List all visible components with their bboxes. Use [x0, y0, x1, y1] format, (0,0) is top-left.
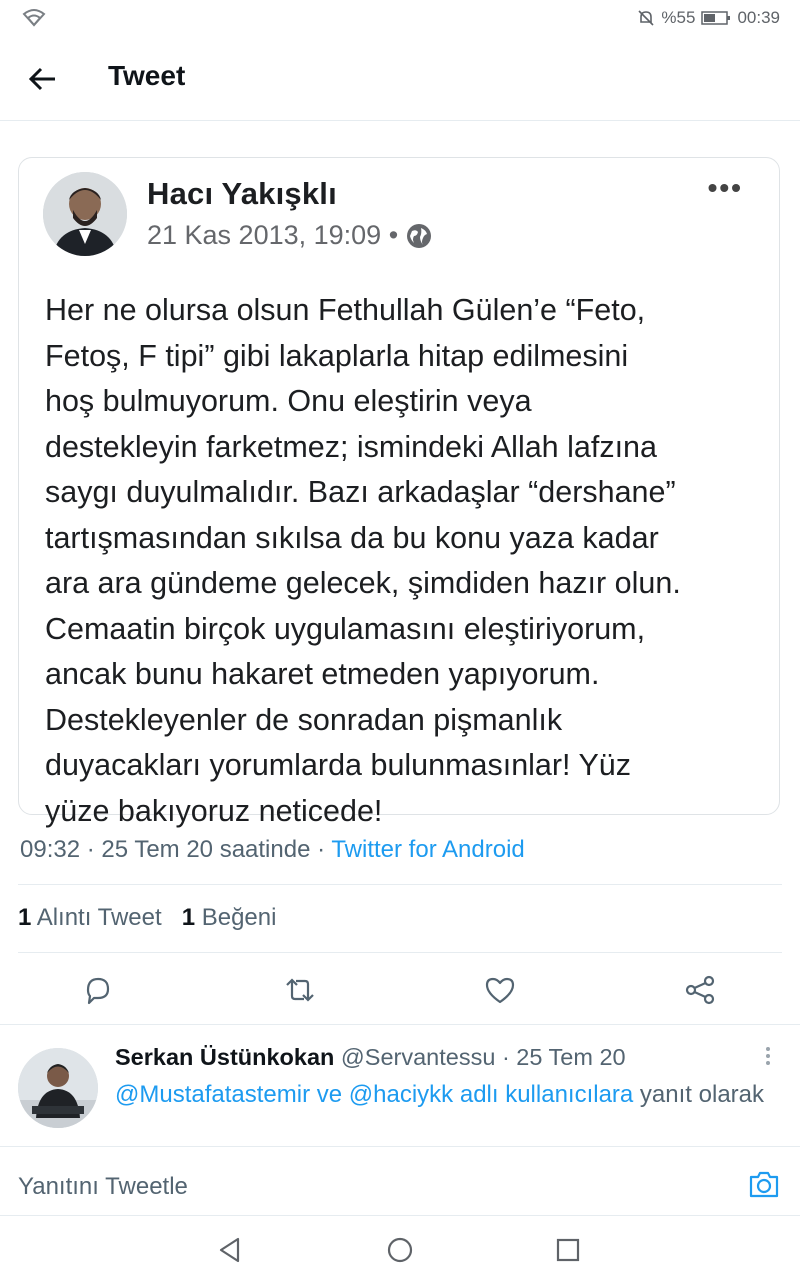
share-icon[interactable] — [682, 972, 718, 1008]
like-icon[interactable] — [482, 972, 518, 1008]
retweet-icon[interactable] — [282, 972, 318, 1008]
camera-icon[interactable] — [748, 1169, 780, 1199]
tweet-timestamp: 09:32 · 25 Tem 20 saatinde · — [20, 836, 332, 863]
battery-icon — [701, 11, 731, 25]
reply-compose-bar[interactable]: Yanıtını Tweetle — [0, 1146, 800, 1216]
reply-context-suffix: yanıt olarak — [633, 1081, 764, 1108]
reply-input[interactable]: Yanıtını Tweetle — [18, 1173, 188, 1201]
reply-header: Serkan Üstünkokan @Servantessu · 25 Tem … — [115, 1044, 626, 1071]
mention-link[interactable]: @haciykk adlı kullanıcılara — [349, 1081, 633, 1108]
tweet-stats: 1 Alıntı Tweet 1 Beğeni — [18, 904, 276, 932]
tweet-meta: 09:32 · 25 Tem 20 saatinde · Twitter for… — [20, 836, 525, 864]
mention-link[interactable]: @Mustafatastemir — [115, 1081, 310, 1108]
page-title: Tweet — [108, 60, 186, 91]
reply-icon[interactable] — [80, 972, 116, 1008]
status-bar: %55 00:39 — [0, 0, 800, 36]
tweet-image-card[interactable]: Hacı Yakışklı ••• 21 Kas 2013, 19:09 • H… — [18, 157, 780, 828]
post-body-text: Her ne olursa olsun Fethullah Gülen’e “F… — [45, 293, 681, 828]
more-options-icon[interactable]: ••• — [708, 172, 743, 204]
clock: 00:39 — [737, 8, 780, 27]
top-app-bar: Tweet — [0, 36, 800, 121]
nav-home-icon[interactable] — [386, 1236, 414, 1264]
like-label: Beğeni — [201, 904, 277, 931]
reply-author-name[interactable]: Serkan Üstünkokan — [115, 1044, 334, 1070]
notifications-muted-icon — [638, 10, 654, 26]
back-arrow-icon[interactable] — [26, 62, 60, 96]
divider — [18, 884, 782, 885]
wifi-icon — [22, 9, 46, 27]
divider — [0, 1024, 800, 1025]
author-name: Hacı Yakışklı — [147, 176, 337, 211]
quote-count: 1 — [18, 904, 32, 931]
author-avatar — [43, 172, 127, 256]
quote-label: Alıntı Tweet — [36, 904, 162, 931]
nav-back-icon[interactable] — [216, 1236, 244, 1264]
reply-avatar[interactable] — [18, 1048, 98, 1128]
nav-recents-icon[interactable] — [554, 1236, 582, 1264]
divider — [18, 952, 782, 953]
post-date-text: 21 Kas 2013, 19:09 • — [147, 220, 399, 250]
likes-stat[interactable]: 1 Beğeni — [182, 904, 277, 931]
battery-percent: %55 — [661, 8, 696, 27]
quote-tweets-stat[interactable]: 1 Alıntı Tweet — [18, 904, 162, 931]
post-date: 21 Kas 2013, 19:09 • — [147, 220, 432, 251]
reply-handle-date: @Servantessu · 25 Tem 20 — [334, 1044, 626, 1070]
reply-context: @Mustafatastemir ve @haciykk adlı kullan… — [115, 1078, 775, 1112]
globe-icon — [407, 223, 432, 248]
system-navigation-bar — [0, 1216, 800, 1280]
like-count: 1 — [181, 904, 196, 931]
reply-more-icon[interactable] — [765, 1046, 771, 1066]
status-right: %55 00:39 — [637, 8, 780, 28]
mention-connector: ve — [310, 1081, 349, 1108]
tweet-source-link[interactable]: Twitter for Android — [331, 836, 524, 863]
